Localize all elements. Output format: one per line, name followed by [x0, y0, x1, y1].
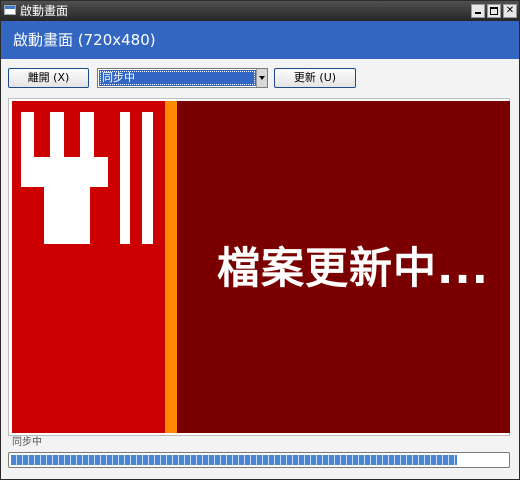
progress-fill	[11, 455, 457, 465]
mode-select-value: 同步中	[99, 70, 256, 86]
status-text: 同步中	[12, 437, 42, 448]
close-icon[interactable]: ✕	[503, 4, 517, 18]
splash-message: 檔案更新中...	[217, 244, 490, 294]
mode-select[interactable]: 同步中	[97, 68, 268, 88]
chevron-down-icon[interactable]	[256, 69, 267, 87]
window-title: 啟動畫面	[20, 4, 69, 18]
progress-bar	[8, 452, 510, 468]
window-icon	[4, 5, 16, 15]
leave-button[interactable]: 離開 (X)	[8, 68, 89, 88]
maximize-icon[interactable]	[487, 4, 501, 18]
splash-preview: 檔案更新中...	[12, 101, 510, 433]
update-button[interactable]: 更新 (U)	[274, 68, 356, 88]
page-header: 啟動畫面 (720x480)	[1, 21, 519, 59]
minimize-icon[interactable]	[471, 4, 485, 18]
title-bar[interactable]: 啟動畫面 ✕	[1, 1, 519, 21]
fork-logo	[21, 112, 153, 244]
